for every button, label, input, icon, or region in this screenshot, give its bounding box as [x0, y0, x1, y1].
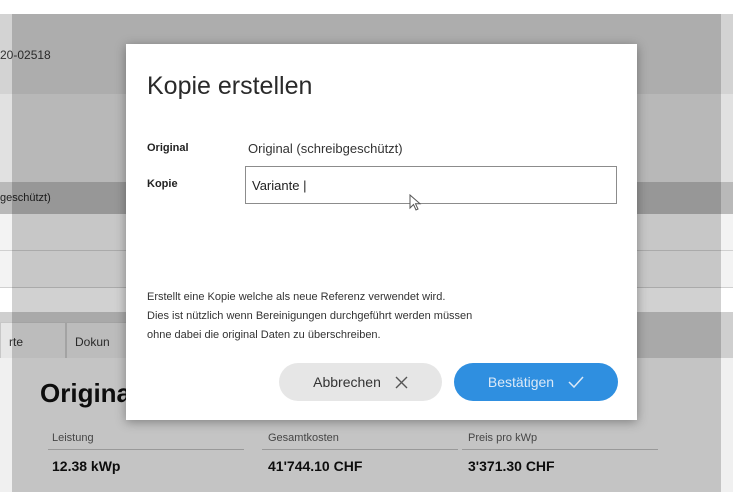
checkmark-icon	[568, 376, 584, 388]
copy-dialog: Kopie erstellen Original Original (schre…	[126, 44, 637, 420]
mouse-pointer-icon	[409, 194, 422, 211]
close-icon	[395, 376, 408, 388]
confirm-button[interactable]: Bestätigen	[454, 363, 618, 401]
copy-label: Kopie	[147, 178, 178, 190]
app-window: 20-02518 geschützt) rte Dokun Origina Le…	[0, 0, 733, 492]
description-line-2: Dies ist nützlich wenn Bereinigungen dur…	[147, 310, 473, 322]
original-label: Original	[147, 142, 189, 154]
cancel-button[interactable]: Abbrechen	[279, 363, 442, 401]
description-line-3: ohne dabei die original Daten zu übersch…	[147, 329, 381, 341]
copy-name-input[interactable]	[245, 166, 617, 204]
confirm-button-label: Bestätigen	[487, 374, 555, 390]
original-value: Original (schreibgeschützt)	[248, 141, 403, 156]
dialog-title: Kopie erstellen	[147, 72, 313, 100]
cancel-button-label: Abbrechen	[313, 374, 381, 390]
description-line-1: Erstellt eine Kopie welche als neue Refe…	[147, 291, 446, 303]
